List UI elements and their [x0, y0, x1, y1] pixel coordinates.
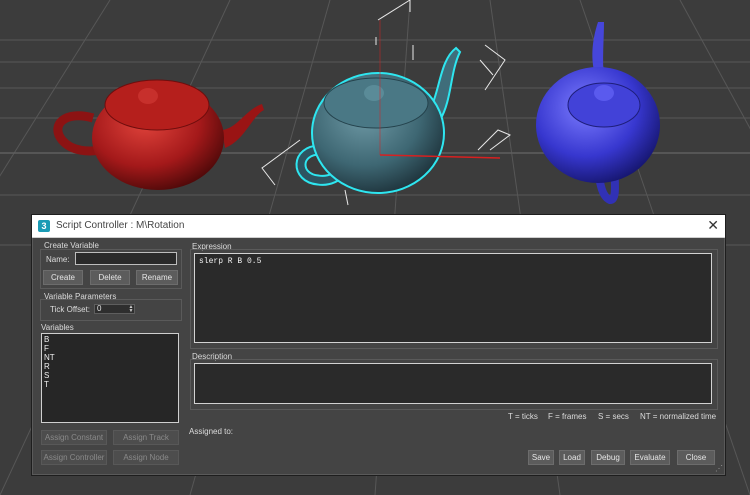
list-item[interactable]: F: [44, 344, 176, 353]
list-item[interactable]: S: [44, 371, 176, 380]
variables-list[interactable]: B F NT R S T: [41, 333, 179, 423]
list-item[interactable]: NT: [44, 353, 176, 362]
legend-frames: F = frames: [548, 412, 587, 421]
list-item[interactable]: R: [44, 362, 176, 371]
load-button[interactable]: Load: [559, 450, 585, 465]
evaluate-button[interactable]: Evaluate: [630, 450, 670, 465]
rename-button[interactable]: Rename: [136, 270, 178, 285]
name-field[interactable]: [75, 252, 177, 265]
close-button[interactable]: Close: [677, 450, 715, 465]
delete-button[interactable]: Delete: [90, 270, 130, 285]
assign-controller-button[interactable]: Assign Controller: [41, 450, 107, 465]
tick-offset-value: 0: [97, 304, 102, 313]
save-button[interactable]: Save: [528, 450, 554, 465]
title-bar[interactable]: 3 Script Controller : M\Rotation ✕: [32, 215, 725, 238]
debug-button[interactable]: Debug: [591, 450, 625, 465]
resize-grip-icon[interactable]: ⋰: [715, 464, 723, 473]
legend-normalized: NT = normalized time: [640, 412, 717, 421]
assign-track-button[interactable]: Assign Track: [113, 430, 179, 445]
assigned-to-label: Assigned to:: [189, 427, 234, 436]
list-item[interactable]: B: [44, 335, 176, 344]
assign-node-button[interactable]: Assign Node: [113, 450, 179, 465]
app-icon: 3: [38, 220, 50, 232]
list-item[interactable]: T: [44, 380, 176, 389]
description-textbox[interactable]: [194, 363, 712, 404]
variables-title: Variables: [41, 323, 74, 332]
name-label: Name:: [46, 255, 70, 264]
create-button[interactable]: Create: [43, 270, 83, 285]
assign-constant-button[interactable]: Assign Constant: [41, 430, 107, 445]
tick-offset-spinner[interactable]: 0 ▲ ▼: [94, 304, 135, 314]
tick-offset-label: Tick Offset:: [50, 305, 91, 314]
expression-value: slerp R B 0.5: [199, 257, 262, 266]
spinner-arrows-icon[interactable]: ▲ ▼: [128, 305, 134, 314]
close-icon[interactable]: ✕: [707, 217, 719, 234]
window-title: Script Controller : M\Rotation: [56, 220, 185, 231]
expression-textbox[interactable]: slerp R B 0.5: [194, 253, 712, 343]
legend-ticks: T = ticks: [508, 412, 538, 421]
script-controller-dialog: 3 Script Controller : M\Rotation ✕ Creat…: [31, 214, 726, 476]
legend-secs: S = secs: [598, 412, 629, 421]
